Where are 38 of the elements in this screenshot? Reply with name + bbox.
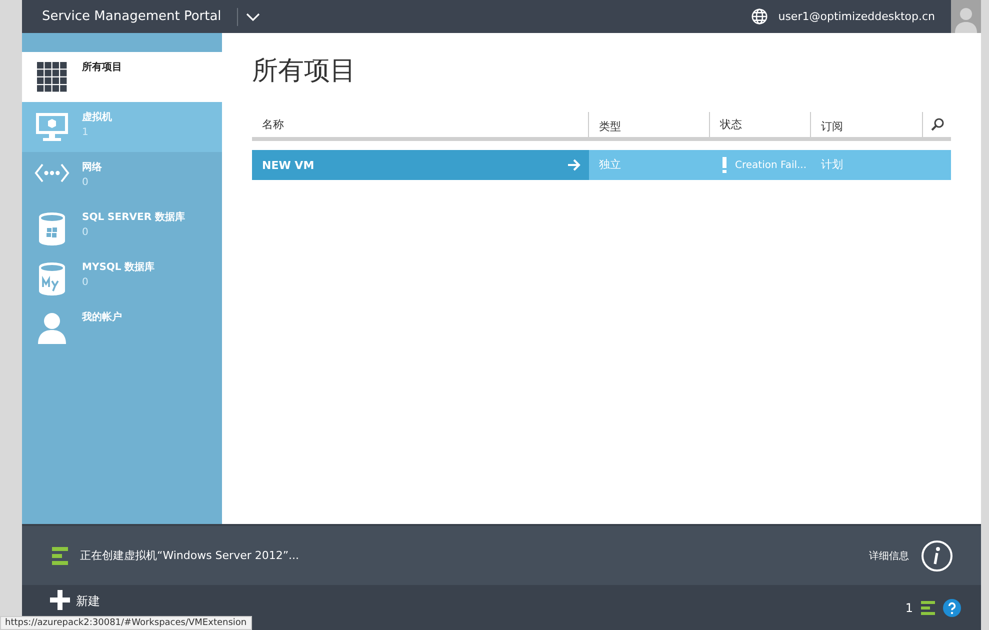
notification-message: 正在创建虚拟机“Windows Server 2012”... bbox=[80, 548, 300, 563]
portal-title[interactable]: Service Management Portal bbox=[22, 8, 238, 26]
column-header[interactable]: 订阅 bbox=[811, 112, 923, 137]
table-cell: NEW VM bbox=[252, 150, 589, 180]
column-header[interactable]: 名称 bbox=[252, 112, 589, 137]
column-header[interactable]: 状态 bbox=[710, 112, 811, 137]
item-count: 0 bbox=[82, 277, 90, 288]
new-button[interactable]: 新建 bbox=[50, 590, 100, 610]
sidebar-item-label: 虚拟机 bbox=[82, 110, 112, 124]
sidebar-item[interactable]: 所有项目 bbox=[22, 52, 222, 102]
notification-count[interactable]: 1 bbox=[905, 600, 913, 614]
plus-icon bbox=[50, 590, 70, 610]
item-count: 0 bbox=[82, 227, 90, 238]
table-cell: 计划 bbox=[811, 150, 951, 180]
status-text: Creation Fail... bbox=[735, 160, 807, 170]
network-icon bbox=[34, 162, 70, 184]
table-cell: 独立 bbox=[589, 150, 710, 180]
sidebar-item-label: 网络 bbox=[82, 160, 102, 174]
help-icon[interactable] bbox=[943, 598, 961, 616]
item-count: 0 bbox=[82, 177, 90, 188]
sidebar-item-label: SQL SERVER 数据库 bbox=[82, 210, 186, 224]
arrow-right-icon[interactable] bbox=[567, 159, 581, 171]
monitor-icon bbox=[34, 112, 70, 142]
sidebar-item-label: 我的帐户 bbox=[82, 310, 122, 324]
sidebar-item-label: MYSQL 数据库 bbox=[82, 260, 155, 274]
sidebar-item-label: 所有项目 bbox=[82, 60, 122, 74]
status-url: https://azurepack2:30081/#Workspaces/VMExtension bbox=[0, 616, 252, 630]
list-icon[interactable] bbox=[921, 600, 935, 614]
chevron-down-icon[interactable] bbox=[246, 12, 260, 22]
page-title: 所有项目 bbox=[252, 55, 357, 88]
search-icon[interactable] bbox=[931, 118, 944, 131]
globe-icon[interactable] bbox=[751, 8, 768, 25]
item-count: 1 bbox=[82, 127, 90, 138]
column-header[interactable]: 类型 bbox=[589, 112, 710, 137]
user-email[interactable]: user1@optimizeddesktop.cn bbox=[778, 10, 935, 23]
progress-icon bbox=[52, 546, 68, 564]
info-icon[interactable] bbox=[921, 540, 953, 572]
details-link[interactable]: 详细信息 bbox=[869, 548, 909, 562]
